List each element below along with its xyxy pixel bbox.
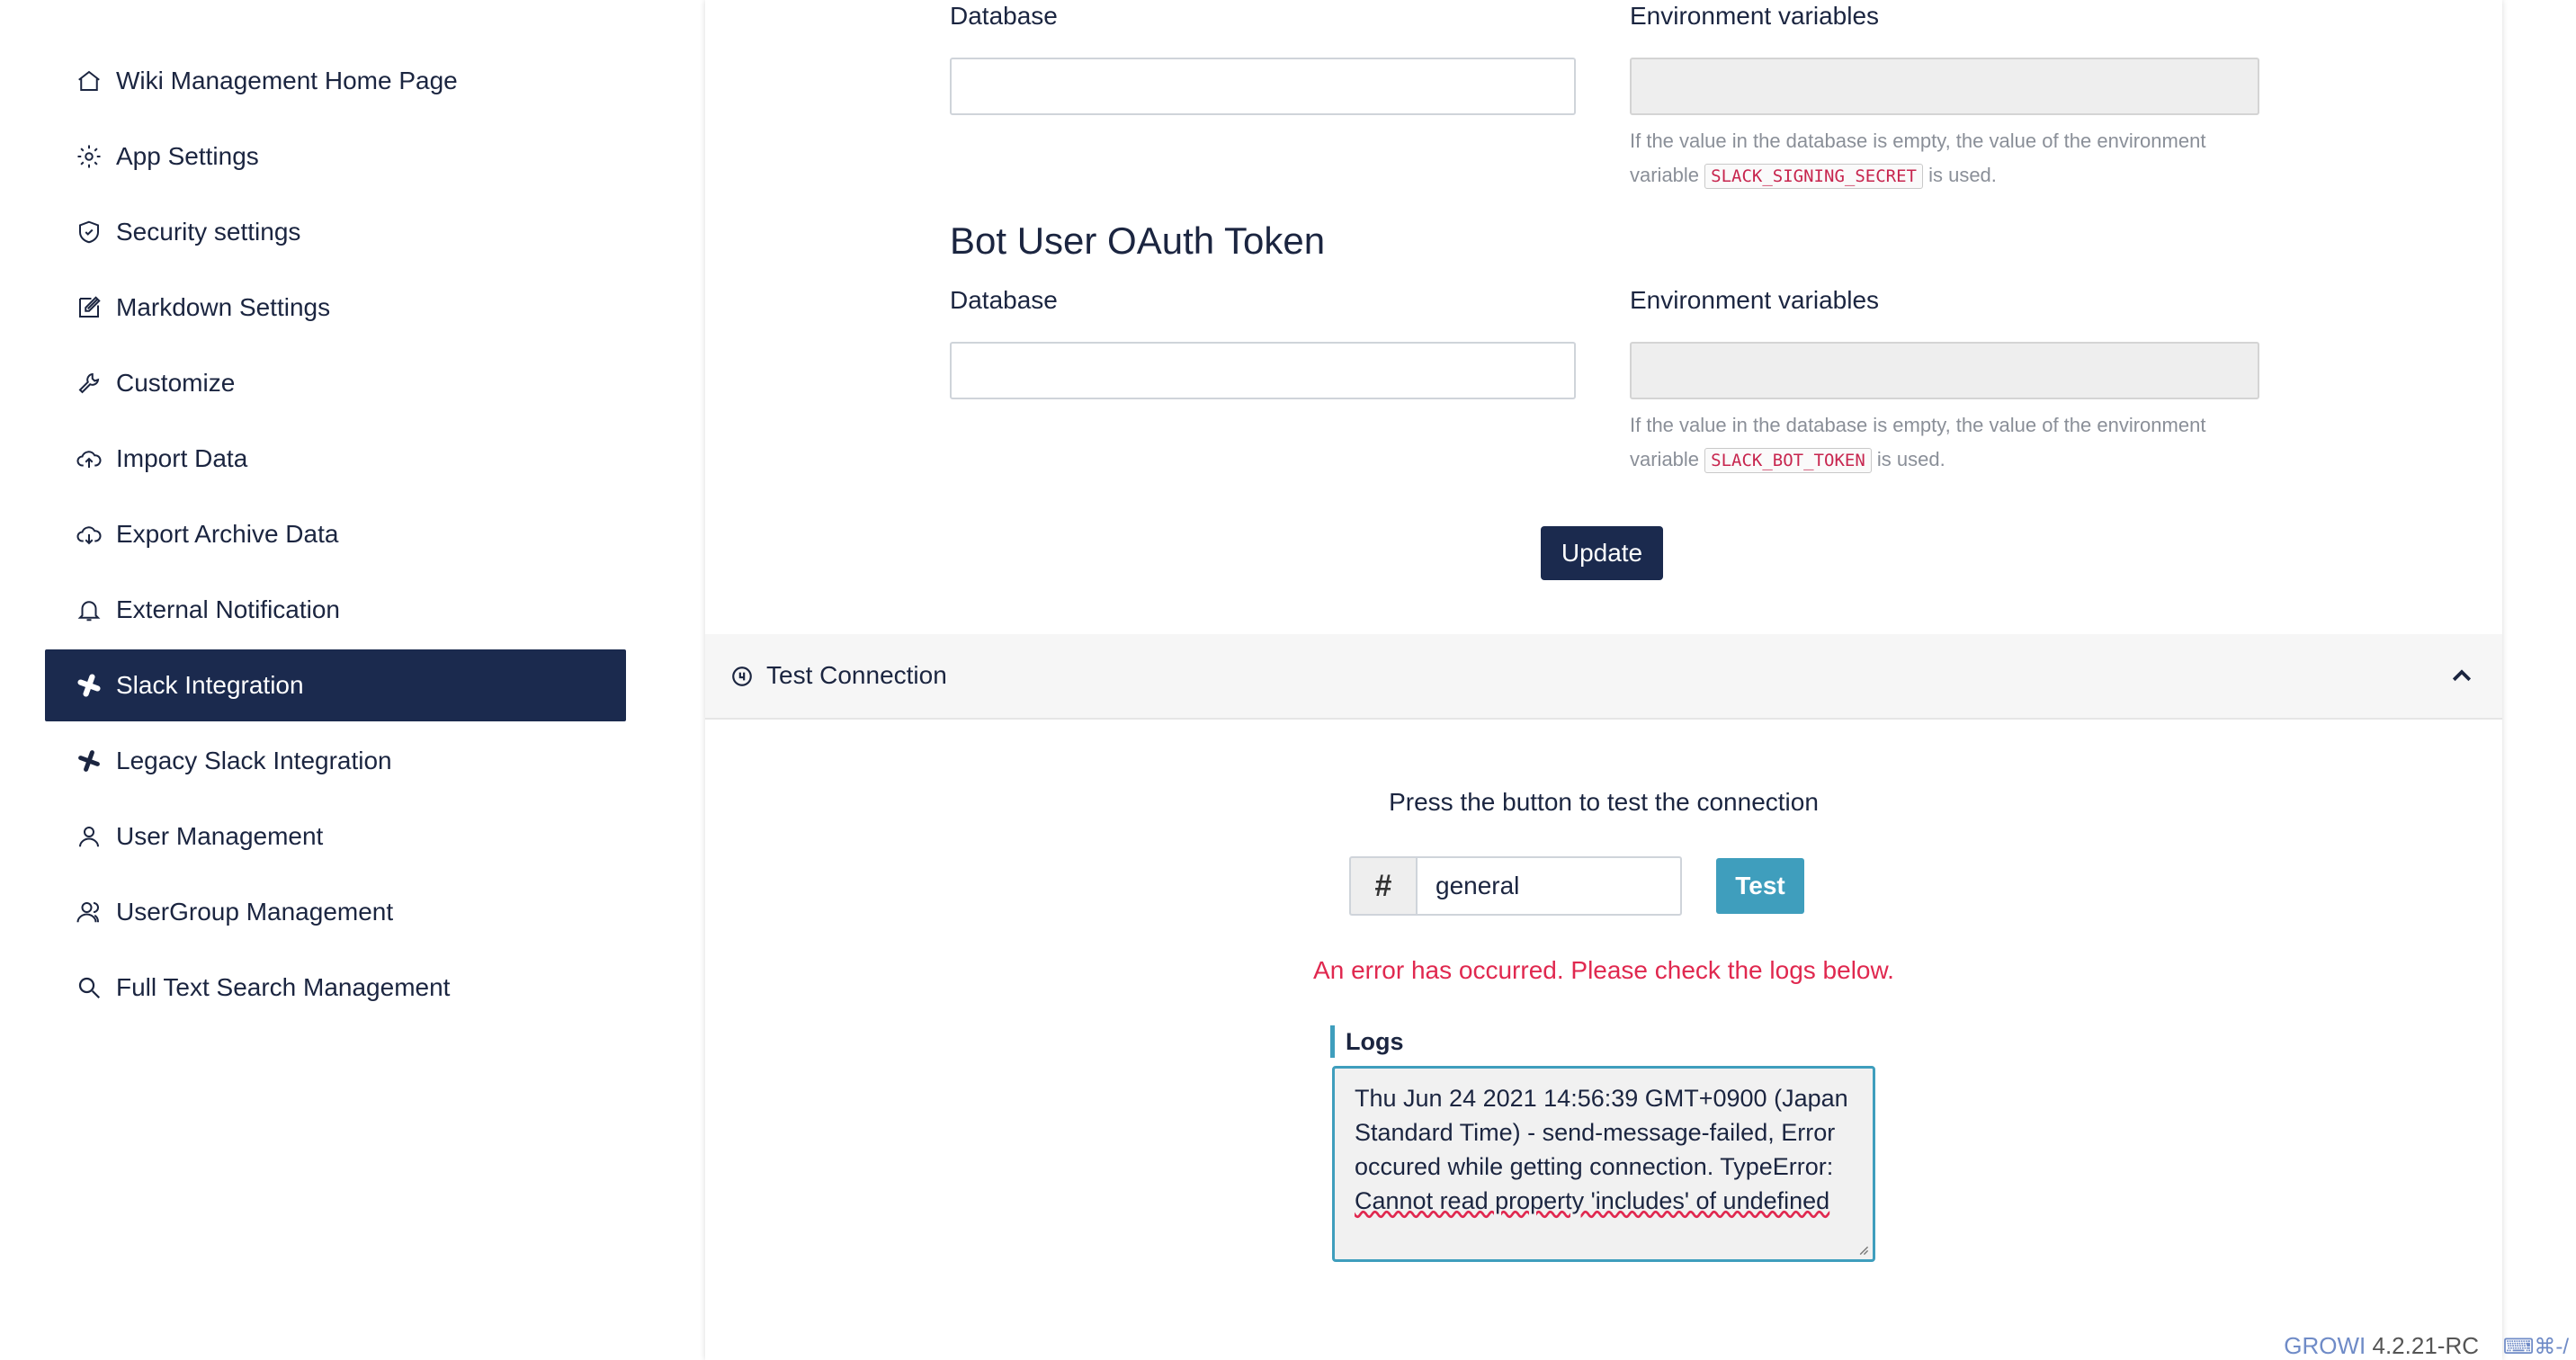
sidebar-item-label: Slack Integration: [116, 671, 304, 699]
sidebar-item-label: User Management: [116, 822, 324, 850]
sidebar-item-label: Markdown Settings: [116, 293, 331, 321]
cloud-download-icon: [74, 519, 104, 550]
sidebar-item-label: Import Data: [116, 444, 248, 472]
channel-input-group: #: [1349, 856, 1682, 916]
version-label: GROWI 4.2.21-RC: [2284, 1332, 2479, 1360]
bell-icon: [74, 595, 104, 625]
test-button[interactable]: Test: [1716, 858, 1804, 914]
sidebar-item-markdown[interactable]: Markdown Settings: [45, 272, 626, 344]
sidebar-item-label: Legacy Slack Integration: [116, 747, 392, 774]
help-text-suffix: is used.: [1876, 448, 1945, 470]
bot-token-help: If the value in the database is empty, t…: [1630, 408, 2259, 478]
update-button[interactable]: Update: [1541, 526, 1663, 580]
home-icon: [74, 66, 104, 96]
sidebar-item-label: Export Archive Data: [116, 520, 339, 548]
channel-hash-prefix: #: [1349, 856, 1416, 916]
sidebar-item-label: Security settings: [116, 218, 301, 246]
sidebar-item-label: Full Text Search Management: [116, 973, 451, 1001]
brand-name: GROWI: [2284, 1332, 2366, 1359]
env-var-code: SLACK_BOT_TOKEN: [1704, 448, 1872, 473]
sidebar-item-label: Customize: [116, 369, 236, 397]
channel-input[interactable]: [1416, 856, 1682, 916]
bot-token-database-input[interactable]: [950, 342, 1576, 399]
logs-textarea[interactable]: Thu Jun 24 2021 14:56:39 GMT+0900 (Japan…: [1332, 1066, 1875, 1262]
connection-icon: [732, 667, 752, 686]
signing-secret-database-label: Database: [950, 2, 1058, 30]
slack-integration-panel: Database Environment variables If the va…: [705, 0, 2502, 1360]
chevron-up-icon[interactable]: [2448, 663, 2475, 690]
sidebar-item-wiki-home[interactable]: Wiki Management Home Page: [45, 45, 626, 117]
sidebar-item-label: External Notification: [116, 595, 341, 623]
help-text-suffix: is used.: [1928, 164, 1997, 186]
sidebar-item-app-settings[interactable]: App Settings: [45, 121, 626, 192]
sidebar-item-slack-integration[interactable]: Slack Integration: [45, 649, 626, 721]
resize-handle-icon[interactable]: [1856, 1243, 1869, 1256]
bot-token-database-label: Database: [950, 286, 1058, 314]
slack-icon: [74, 670, 104, 701]
sidebar-item-external-notification[interactable]: External Notification: [45, 574, 626, 646]
sidebar-item-customize[interactable]: Customize: [45, 347, 626, 419]
slack-icon: [74, 746, 104, 776]
test-connection-prompt: Press the button to test the connection: [1389, 788, 1819, 816]
admin-sidebar: Wiki Management Home Page App Settings S…: [45, 45, 626, 1027]
error-message: An error has occurred. Please check the …: [1313, 956, 1894, 984]
sidebar-item-export-archive[interactable]: Export Archive Data: [45, 498, 626, 570]
signing-secret-env-input: [1630, 58, 2259, 115]
sidebar-item-label: App Settings: [116, 142, 259, 170]
shield-icon: [74, 217, 104, 247]
sidebar-item-security[interactable]: Security settings: [45, 196, 626, 268]
user-icon: [74, 821, 104, 852]
edit-icon: [74, 292, 104, 323]
sidebar-item-usergroup-management[interactable]: UserGroup Management: [45, 876, 626, 948]
signing-secret-env-label: Environment variables: [1630, 2, 1880, 30]
sidebar-item-label: Wiki Management Home Page: [116, 67, 458, 94]
wrench-icon: [74, 368, 104, 398]
bot-token-title: Bot User OAuth Token: [950, 219, 1326, 262]
keyboard-shortcut-icon[interactable]: ⌨⌘-/: [2503, 1334, 2569, 1360]
sidebar-item-user-management[interactable]: User Management: [45, 801, 626, 872]
signing-secret-database-input[interactable]: [950, 58, 1576, 115]
env-var-code: SLACK_SIGNING_SECRET: [1704, 164, 1923, 189]
logs-error-text: Cannot read property 'includes' of undef…: [1355, 1187, 1830, 1214]
sidebar-item-full-text-search[interactable]: Full Text Search Management: [45, 952, 626, 1024]
logs-label: Logs: [1330, 1025, 1404, 1058]
users-icon: [74, 897, 104, 927]
sidebar-item-legacy-slack[interactable]: Legacy Slack Integration: [45, 725, 626, 797]
sidebar-item-label: UserGroup Management: [116, 898, 394, 926]
bot-token-env-input: [1630, 342, 2259, 399]
cloud-upload-icon: [74, 443, 104, 474]
sidebar-item-import-data[interactable]: Import Data: [45, 423, 626, 495]
test-connection-title: Test Connection: [766, 661, 947, 689]
signing-secret-help: If the value in the database is empty, t…: [1630, 124, 2259, 193]
test-connection-header[interactable]: Test Connection: [705, 634, 2502, 720]
search-icon: [74, 972, 104, 1003]
logs-text: Thu Jun 24 2021 14:56:39 GMT+0900 (Japan…: [1355, 1085, 1848, 1180]
bot-token-env-label: Environment variables: [1630, 286, 1880, 314]
version-number: 4.2.21-RC: [2372, 1332, 2480, 1359]
gear-icon: [74, 141, 104, 172]
